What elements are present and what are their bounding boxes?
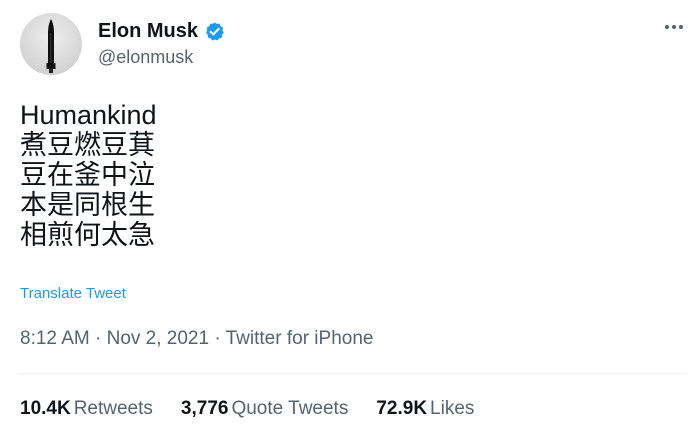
meta-separator: · [95,328,107,349]
divider [20,373,686,374]
tweet-text-line: 豆在釜中泣 [20,160,155,190]
translate-tweet-link[interactable]: Translate Tweet [20,285,126,303]
tweet-text-line: 相煎何太急 [20,220,155,250]
more-dot [672,25,676,29]
retweets-count: 10.4K [20,398,71,419]
quote-tweets-label: Quote Tweets [231,398,349,419]
tweet-source[interactable]: Twitter for iPhone [226,328,374,349]
author-display-name[interactable]: Elon Musk [98,20,198,42]
tweet-text-line: 本是同根生 [20,190,155,220]
quote-tweets-count: 3,776 [180,398,229,419]
author-name-row[interactable]: Elon Musk [98,20,225,42]
tweet-stats: 10.4K Retweets 3,776 Quote Tweets 72.9K Lik… [20,398,502,420]
likes-count: 72.9K [376,398,428,419]
tweet-date[interactable]: Nov 2, 2021 [107,328,209,349]
more-dot [679,25,683,29]
tweet-text: Humankind 煮豆燃豆萁 豆在釜中泣 本是同根生 相煎何太急 [20,100,157,250]
tweet-text-line: 煮豆燃豆萁 [20,130,155,160]
tweet-time[interactable]: 8:12 AM [20,328,90,349]
rocket-avatar-image [46,19,56,73]
likes-label: Likes [430,398,475,419]
retweets-label: Retweets [73,398,153,419]
retweets-stat[interactable]: 10.4K Retweets [20,398,153,420]
tweet-meta: 8:12 AM · Nov 2, 2021 · Twitter for iPho… [20,328,373,350]
author-handle[interactable]: @elonmusk [98,46,193,68]
meta-separator: · [214,328,226,349]
more-icon[interactable] [662,20,686,34]
verified-badge-icon [204,21,225,42]
more-dot [665,25,669,29]
quote-tweets-stat[interactable]: 3,776 Quote Tweets [181,398,348,420]
tweet-card: Elon Musk @elonmusk Humankind 煮豆燃豆萁 豆在釜中… [0,0,700,428]
tweet-text-line: Humankind [20,100,157,130]
likes-stat[interactable]: 72.9K Likes [376,398,474,420]
avatar[interactable] [20,13,82,75]
